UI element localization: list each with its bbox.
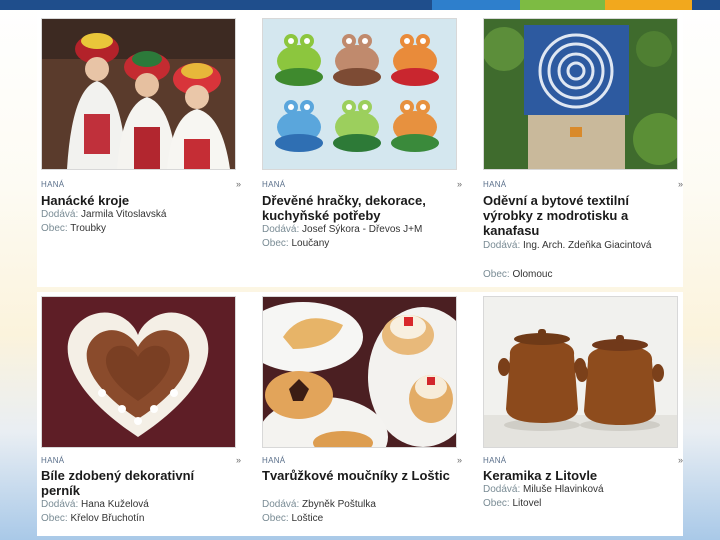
product-row-1: HANÁ » Hanácké kroje Dodává: Jarmila Vit…: [37, 12, 683, 287]
region-label: HANÁ: [483, 180, 507, 189]
top-color-strip: [0, 0, 720, 10]
town-name: Křelov Břuchotín: [70, 513, 145, 524]
supplier-label: Dodává:: [483, 484, 521, 495]
product-title-link[interactable]: Oděvní a bytové textilní výrobky z modro…: [483, 193, 673, 238]
strip-segment-blue-dark: [0, 0, 432, 10]
town-label: Obec:: [41, 513, 68, 524]
region-label: HANÁ: [262, 180, 286, 189]
supplier-name: Jarmila Vitoslavská: [81, 209, 167, 220]
supplier-line: Dodává: Jarmila Vitoslavská: [41, 208, 231, 223]
strip-segment-blue-end: [692, 0, 720, 10]
town-name: Litovel: [512, 498, 542, 509]
cheese-pastries-photo[interactable]: [262, 296, 457, 448]
supplier-name: Ing. Arch. Zdeňka Giacintová: [523, 240, 652, 251]
town-line: Obec: Olomouc: [483, 268, 673, 283]
town-name: Olomouc: [512, 269, 553, 280]
town-line: Obec: Litovel: [483, 497, 673, 512]
product-title-link[interactable]: Keramika z Litovle: [483, 468, 673, 483]
ceramic-pots-photo[interactable]: [483, 296, 678, 448]
strip-segment-blue: [432, 0, 520, 10]
town-line: Obec: Troubky: [41, 222, 231, 237]
wooden-frogs-photo[interactable]: [262, 18, 457, 170]
town-line: Obec: Loštice: [262, 512, 452, 527]
double-chevron-right-icon[interactable]: »: [236, 179, 241, 189]
town-label: Obec:: [483, 498, 510, 509]
region-label: HANÁ: [262, 456, 286, 465]
supplier-label: Dodává:: [41, 209, 79, 220]
strip-segment-orange: [605, 0, 692, 10]
double-chevron-right-icon[interactable]: »: [678, 455, 683, 465]
region-label: HANÁ: [483, 456, 507, 465]
town-name: Troubky: [70, 223, 107, 234]
supplier-label: Dodává:: [41, 499, 79, 510]
supplier-name: Zbyněk Poštulka: [302, 499, 376, 510]
product-title-link[interactable]: Hanácké kroje: [41, 193, 231, 208]
strip-segment-green: [520, 0, 605, 10]
town-label: Obec:: [262, 238, 289, 249]
supplier-label: Dodává:: [483, 240, 521, 251]
gingerbread-heart-photo[interactable]: [41, 296, 236, 448]
town-label: Obec:: [41, 223, 68, 234]
supplier-line: Dodává: Josef Sýkora - Dřevos J+M: [262, 223, 452, 238]
supplier-line: Dodává: Ing. Arch. Zdeňka Giacintová: [483, 239, 673, 254]
double-chevron-right-icon[interactable]: »: [457, 179, 462, 189]
supplier-name: Miluše Hlavinková: [523, 484, 604, 495]
town-label: Obec:: [483, 269, 510, 280]
supplier-line: Dodává: Hana Kuželová: [41, 498, 231, 513]
town-label: Obec:: [262, 513, 289, 524]
product-row-2: HANÁ » Bíle zdobený dekorativní perník D…: [37, 292, 683, 536]
double-chevron-right-icon[interactable]: »: [457, 455, 462, 465]
town-line: Obec: Křelov Břuchotín: [41, 512, 231, 527]
region-label: HANÁ: [41, 180, 65, 189]
folk-costumes-photo[interactable]: [41, 18, 236, 170]
town-name: Loštice: [291, 513, 324, 524]
supplier-name: Josef Sýkora - Dřevos J+M: [302, 224, 423, 235]
supplier-label: Dodává:: [262, 499, 300, 510]
supplier-name: Hana Kuželová: [81, 499, 149, 510]
double-chevron-right-icon[interactable]: »: [678, 179, 683, 189]
product-title-link[interactable]: Dřevěné hračky, dekorace, kuchyňské potř…: [262, 193, 452, 223]
supplier-line: Dodává: Zbyněk Poštulka: [262, 498, 452, 513]
product-title-link[interactable]: Bíle zdobený dekorativní perník: [41, 468, 231, 498]
town-name: Loučany: [291, 238, 330, 249]
blueprint-bag-photo[interactable]: [483, 18, 678, 170]
region-label: HANÁ: [41, 456, 65, 465]
product-title-link[interactable]: Tvarůžkové moučníky z Loštic: [262, 468, 452, 483]
supplier-label: Dodává:: [262, 224, 300, 235]
supplier-line: Dodává: Miluše Hlavinková: [483, 483, 673, 498]
double-chevron-right-icon[interactable]: »: [236, 455, 241, 465]
town-line: Obec: Loučany: [262, 237, 452, 252]
